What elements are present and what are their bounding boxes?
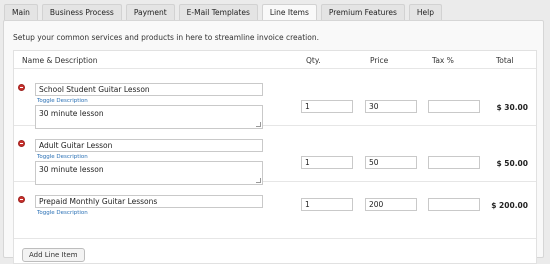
qty-input[interactable]: 1 bbox=[301, 198, 353, 211]
table-row: School Student Guitar Lesson Toggle Desc… bbox=[14, 70, 536, 129]
toggle-description-link[interactable]: Toggle Description bbox=[37, 98, 88, 104]
remove-item-icon[interactable] bbox=[18, 84, 25, 91]
add-line-item-button[interactable]: Add Line Item bbox=[22, 248, 85, 262]
item-description-text: 30 minute lesson bbox=[39, 109, 104, 118]
tax-input[interactable] bbox=[428, 198, 480, 211]
qty-input[interactable]: 1 bbox=[301, 156, 353, 169]
table-header: Name & Description Qty. Price Tax % Tota… bbox=[14, 51, 536, 69]
table-row: Adult Guitar Lesson Toggle Description 3… bbox=[14, 126, 536, 185]
item-name-input[interactable]: Adult Guitar Lesson bbox=[35, 139, 263, 152]
column-header-tax: Tax % bbox=[432, 56, 454, 65]
price-input[interactable]: 50 bbox=[365, 156, 417, 169]
tab-line-items[interactable]: Line Items bbox=[261, 4, 317, 21]
line-items-table: Name & Description Qty. Price Tax % Tota… bbox=[13, 50, 537, 264]
line-items-panel: Setup your common services and products … bbox=[3, 20, 544, 264]
tab-email-templates[interactable]: E-Mail Templates bbox=[178, 4, 258, 20]
tab-business-process[interactable]: Business Process bbox=[41, 4, 122, 20]
item-description-text: 30 minute lesson bbox=[39, 165, 104, 174]
tax-input[interactable] bbox=[428, 100, 480, 113]
line-total: $ 30.00 bbox=[496, 103, 528, 112]
tab-payment[interactable]: Payment bbox=[125, 4, 175, 20]
column-header-total: Total bbox=[496, 56, 514, 65]
remove-item-icon[interactable] bbox=[18, 140, 25, 147]
remove-item-icon[interactable] bbox=[18, 196, 25, 203]
line-total: $ 50.00 bbox=[496, 159, 528, 168]
tab-main[interactable]: Main bbox=[4, 4, 38, 20]
column-header-qty: Qty. bbox=[306, 56, 321, 65]
item-name-input[interactable]: Prepaid Monthly Guitar Lessons bbox=[35, 195, 263, 208]
intro-text: Setup your common services and products … bbox=[13, 33, 319, 42]
column-header-name: Name & Description bbox=[22, 56, 98, 65]
line-total: $ 200.00 bbox=[491, 201, 528, 210]
column-header-price: Price bbox=[370, 56, 389, 65]
toggle-description-link[interactable]: Toggle Description bbox=[37, 154, 88, 160]
toggle-description-link[interactable]: Toggle Description bbox=[37, 210, 88, 216]
tab-premium-features[interactable]: Premium Features bbox=[320, 4, 405, 20]
tab-help[interactable]: Help bbox=[408, 4, 442, 20]
tab-bar: Main Business Process Payment E-Mail Tem… bbox=[4, 4, 446, 21]
qty-input[interactable]: 1 bbox=[301, 100, 353, 113]
item-name-input[interactable]: School Student Guitar Lesson bbox=[35, 83, 263, 96]
tax-input[interactable] bbox=[428, 156, 480, 169]
table-row: Prepaid Monthly Guitar Lessons Toggle De… bbox=[14, 182, 536, 239]
price-input[interactable]: 30 bbox=[365, 100, 417, 113]
price-input[interactable]: 200 bbox=[365, 198, 417, 211]
